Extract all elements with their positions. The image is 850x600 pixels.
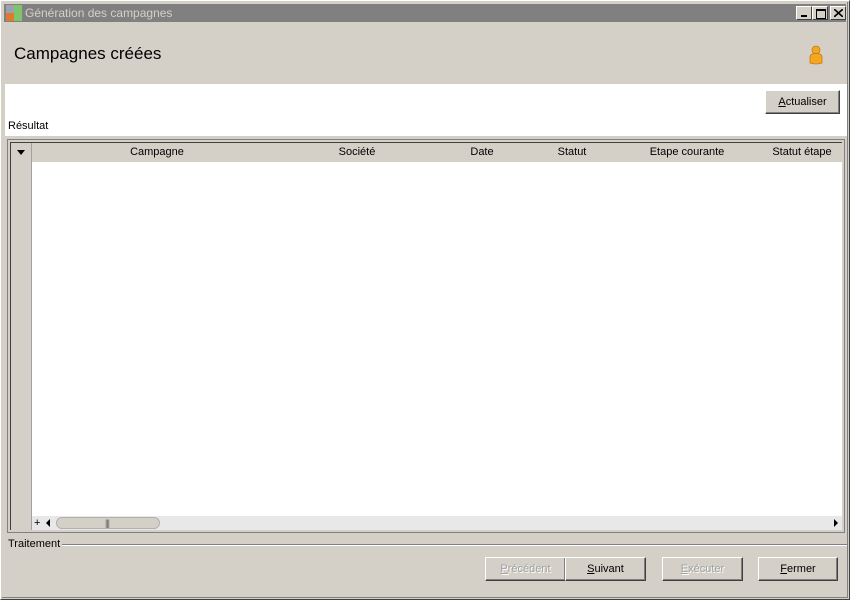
action-band — [5, 84, 847, 136]
close-icon — [834, 9, 843, 17]
row-indicator-column[interactable] — [11, 143, 32, 530]
scrollbar-thumb[interactable]: ||| — [56, 517, 160, 529]
close-window-button[interactable] — [830, 6, 846, 20]
result-label: Résultat — [8, 120, 49, 132]
application-window: Génération des campagnes Campagnes créée… — [0, 0, 850, 600]
page-title: Campagnes créées — [14, 44, 162, 63]
execute-button[interactable]: Exécuter — [662, 557, 743, 581]
refresh-button-label: Actualiser — [778, 96, 827, 108]
expand-icon[interactable]: + — [34, 516, 40, 530]
column-header-statut-etape[interactable]: Statut étape — [762, 143, 842, 162]
previous-button-label: Précédent — [500, 563, 551, 575]
column-header-row: Campagne Société Date Statut Etape coura… — [32, 143, 842, 162]
user-icon — [807, 45, 825, 65]
close-button-label: Fermer — [780, 563, 816, 575]
minimize-button[interactable] — [796, 6, 812, 20]
result-grid-frame: Campagne Société Date Statut Etape coura… — [7, 139, 845, 533]
column-header-etape-courante[interactable]: Etape courante — [612, 143, 762, 162]
window-title: Génération des campagnes — [25, 6, 173, 20]
app-icon — [6, 5, 22, 21]
column-header-statut[interactable]: Statut — [532, 143, 612, 162]
traitement-label: Traitement — [8, 538, 63, 550]
previous-button[interactable]: Précédent — [485, 557, 566, 581]
refresh-button[interactable]: Actualiser — [765, 90, 840, 114]
traitement-divider — [61, 544, 847, 546]
column-header-societe[interactable]: Société — [282, 143, 432, 162]
scroll-right-arrow-icon[interactable] — [834, 519, 838, 527]
maximize-button[interactable] — [812, 6, 828, 20]
execute-button-label: Exécuter — [680, 563, 725, 575]
column-header-date[interactable]: Date — [432, 143, 532, 162]
next-button[interactable]: Suivant — [565, 557, 646, 581]
title-bar[interactable]: Génération des campagnes — [4, 4, 846, 22]
grid-data-area[interactable] — [32, 162, 842, 516]
column-header-campagne[interactable]: Campagne — [32, 143, 282, 162]
result-grid[interactable]: Campagne Société Date Statut Etape coura… — [10, 142, 842, 530]
scrollbar-grip: ||| — [105, 518, 110, 528]
close-button[interactable]: Fermer — [758, 557, 838, 581]
next-button-label: Suivant — [587, 563, 624, 575]
column-chooser-icon[interactable] — [17, 150, 25, 155]
scroll-left-arrow-icon[interactable] — [46, 519, 50, 527]
horizontal-scrollbar[interactable]: + ||| — [32, 516, 842, 530]
